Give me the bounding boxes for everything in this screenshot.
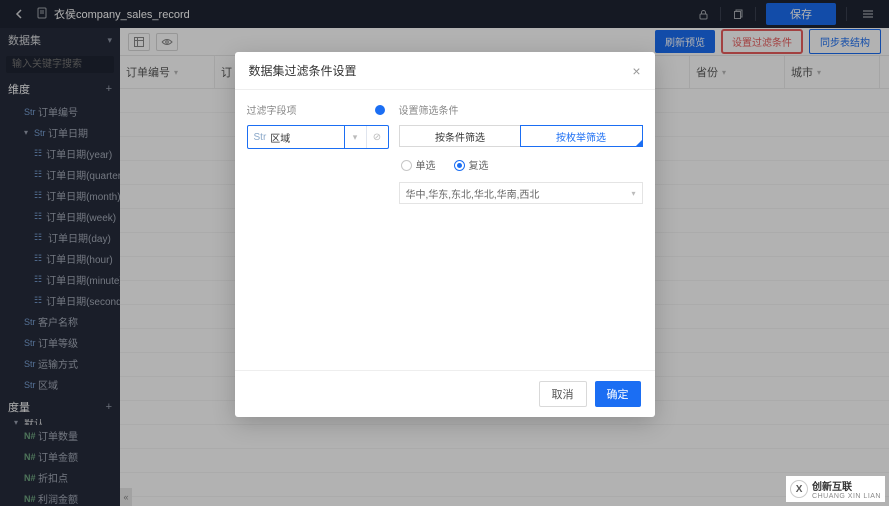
tab-enum[interactable]: 按枚举筛选 [520, 125, 643, 147]
filter-field-label: 过滤字段项 [247, 102, 297, 117]
watermark-logo-icon: X [790, 480, 808, 498]
watermark-name: 创新互联 [812, 478, 881, 493]
watermark: X 创新互联 CHUANG XIN LIAN [786, 476, 885, 502]
modal-footer: 取消 确定 [235, 370, 655, 417]
field-radio-checked-icon[interactable] [375, 105, 385, 115]
radio-single[interactable]: 单选 [401, 157, 436, 172]
modal-mask: 数据集过滤条件设置 × 过滤字段项 Str 区域 ▾ ⊘ 设置筛 [0, 0, 889, 506]
tab-condition[interactable]: 按条件筛选 [400, 126, 521, 146]
clear-icon[interactable]: ⊘ [366, 126, 388, 148]
modal-title: 数据集过滤条件设置 [249, 62, 357, 79]
ok-button[interactable]: 确定 [595, 381, 641, 407]
enum-value-select[interactable]: 华中,华东,东北,华北,华南,西北 ▾ [399, 182, 643, 204]
chevron-down-icon: ▾ [631, 189, 635, 198]
chevron-down-icon[interactable]: ▾ [344, 126, 366, 148]
enum-value-text: 华中,华东,东北,华北,华南,西北 [406, 186, 540, 201]
modal-left-pane: 过滤字段项 Str 区域 ▾ ⊘ [247, 102, 389, 358]
cancel-button[interactable]: 取消 [539, 381, 587, 407]
filter-modal: 数据集过滤条件设置 × 过滤字段项 Str 区域 ▾ ⊘ 设置筛 [235, 52, 655, 417]
filter-mode-tabs: 按条件筛选 按枚举筛选 [399, 125, 643, 147]
radio-multi[interactable]: 复选 [454, 157, 489, 172]
filter-field-value: 区域 [270, 130, 290, 145]
condition-section-label: 设置筛选条件 [399, 102, 643, 117]
string-type-icon: Str [254, 132, 267, 143]
close-icon[interactable]: × [632, 63, 640, 79]
watermark-sub: CHUANG XIN LIAN [812, 493, 881, 500]
modal-header: 数据集过滤条件设置 × [235, 52, 655, 90]
filter-field-select[interactable]: Str 区域 ▾ ⊘ [247, 125, 389, 149]
modal-right-pane: 设置筛选条件 按条件筛选 按枚举筛选 单选 复选 华中,华东,东北,华北,华南,… [399, 102, 643, 358]
selection-mode-row: 单选 复选 [399, 155, 643, 174]
